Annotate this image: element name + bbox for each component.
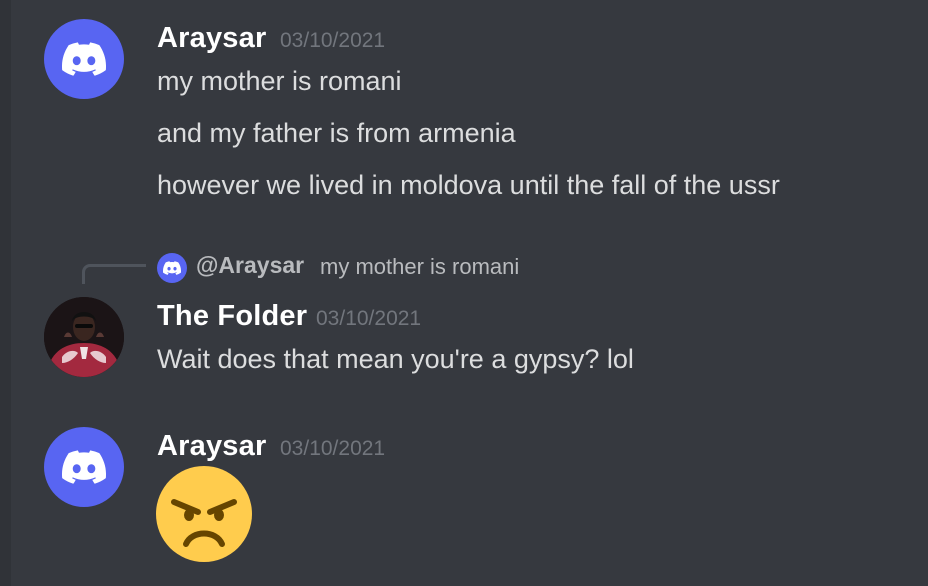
avatar[interactable] — [44, 297, 124, 377]
username[interactable]: Araysar — [157, 22, 266, 55]
message-text: Wait does that mean you're a gypsy? lol — [157, 344, 634, 374]
reply-connector-line — [82, 264, 146, 284]
discord-logo-icon — [62, 42, 106, 76]
reply-avatar[interactable] — [157, 253, 187, 283]
timestamp: 03/10/2021 — [316, 307, 422, 330]
reply-preview-text[interactable]: my mother is romani — [320, 254, 519, 280]
avatar[interactable] — [44, 427, 124, 507]
user-photo-avatar — [44, 297, 124, 377]
message-text: and my father is from armenia — [157, 118, 516, 148]
angry-face-emoji[interactable] — [156, 466, 252, 562]
message-text: however we lived in moldova until the fa… — [157, 170, 780, 200]
reply-author-mention[interactable]: @Araysar — [196, 252, 304, 279]
username[interactable]: The Folder — [157, 300, 307, 333]
discord-logo-icon — [62, 450, 106, 484]
channel-edge-strip — [0, 0, 11, 586]
timestamp: 03/10/2021 — [280, 29, 386, 52]
message-text: my mother is romani — [157, 66, 402, 96]
discord-logo-icon — [163, 261, 181, 275]
avatar[interactable] — [44, 19, 124, 99]
username[interactable]: Araysar — [157, 430, 266, 463]
timestamp: 03/10/2021 — [280, 437, 386, 460]
